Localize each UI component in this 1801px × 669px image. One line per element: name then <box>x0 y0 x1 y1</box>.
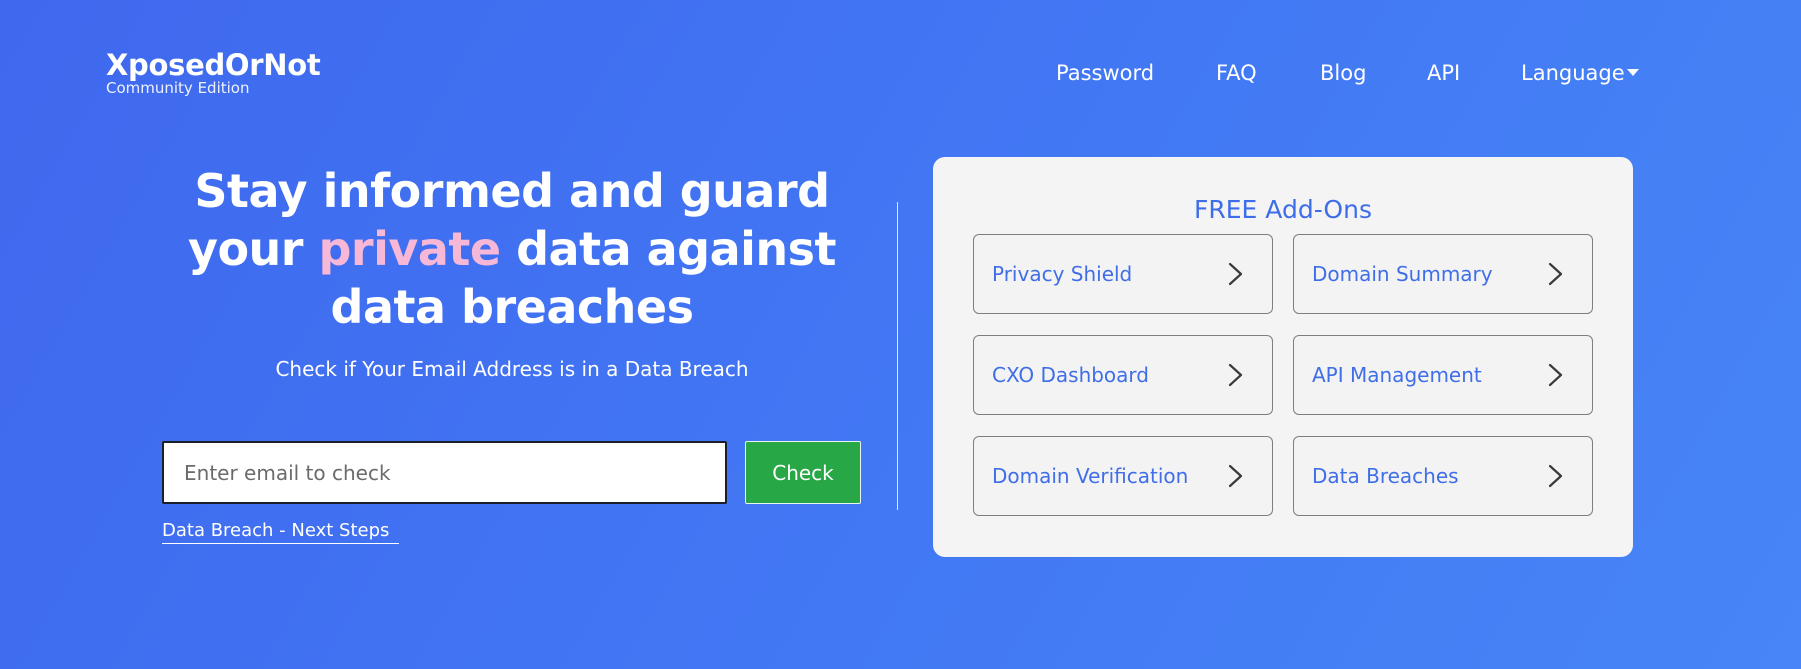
nav-item-language-label: Language <box>1521 61 1625 85</box>
addon-api-management[interactable]: API Management <box>1293 335 1593 415</box>
addon-label: API Management <box>1312 363 1482 387</box>
top-nav: Password FAQ Blog API Language <box>0 58 1801 88</box>
chevron-right-icon <box>1228 464 1243 488</box>
addon-label: Domain Summary <box>1312 262 1493 286</box>
email-search-input[interactable] <box>162 441 727 504</box>
chevron-right-icon <box>1548 262 1563 286</box>
addon-privacy-shield[interactable]: Privacy Shield <box>973 234 1273 314</box>
addon-domain-verification[interactable]: Domain Verification <box>973 436 1273 516</box>
chevron-right-icon <box>1548 363 1563 387</box>
nav-item-api[interactable]: API <box>1427 58 1460 88</box>
headline-line-2-start: your <box>187 222 319 276</box>
hero-subtitle: Check if Your Email Address is in a Data… <box>275 357 749 381</box>
page-title: Stay informed and guard your private dat… <box>160 162 864 336</box>
addon-label: CXO Dashboard <box>992 363 1149 387</box>
addon-label: Domain Verification <box>992 464 1189 488</box>
addon-data-breaches[interactable]: Data Breaches <box>1293 436 1593 516</box>
addons-card: FREE Add-Ons Privacy Shield Domain Summa… <box>933 157 1633 557</box>
caret-down-icon <box>1626 68 1639 76</box>
addon-label: Data Breaches <box>1312 464 1459 488</box>
section-divider <box>897 202 898 510</box>
check-button[interactable]: Check <box>745 441 861 504</box>
chevron-right-icon <box>1228 262 1243 286</box>
headline-line-1: Stay informed and guard <box>194 164 830 218</box>
addon-domain-summary[interactable]: Domain Summary <box>1293 234 1593 314</box>
hero-section: Stay informed and guard your private dat… <box>160 162 864 336</box>
nav-item-blog[interactable]: Blog <box>1320 58 1366 88</box>
headline-line-3: data breaches <box>330 280 694 334</box>
chevron-right-icon <box>1228 363 1243 387</box>
addon-cxo-dashboard[interactable]: CXO Dashboard <box>973 335 1273 415</box>
headline-accent: private <box>318 222 502 276</box>
chevron-right-icon <box>1548 464 1563 488</box>
data-breach-next-steps-link[interactable]: Data Breach - Next Steps <box>162 520 400 544</box>
addons-title: FREE Add-Ons <box>1194 195 1372 224</box>
headline-line-2-end: data against <box>500 222 837 276</box>
nav-item-language[interactable]: Language <box>1521 58 1639 88</box>
addon-label: Privacy Shield <box>992 262 1133 286</box>
nav-item-faq[interactable]: FAQ <box>1216 58 1257 88</box>
nav-item-password[interactable]: Password <box>1056 58 1154 88</box>
